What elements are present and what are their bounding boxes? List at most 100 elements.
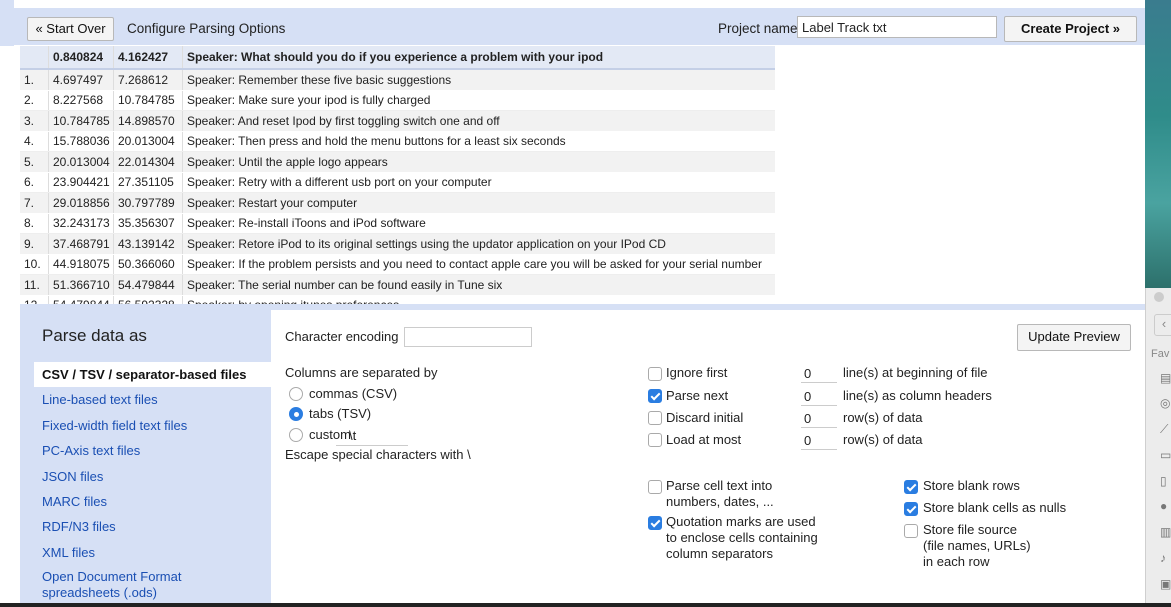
parse-cell-text-label-1: Parse cell text into <box>666 478 773 493</box>
end-time-cell: 43.139142 <box>113 233 183 255</box>
movies-icon[interactable]: ▥ <box>1160 526 1171 538</box>
column-header[interactable]: 4.162427 <box>113 46 183 70</box>
documents-icon[interactable]: ▯ <box>1160 475 1170 487</box>
table-row: 6. 23.904421 27.351105 Speaker: Retry with … <box>20 172 775 193</box>
parse-next-checkbox[interactable] <box>648 389 662 403</box>
parse-cell-text-label-2: numbers, dates, ... <box>666 494 774 509</box>
format-option[interactable]: XML files <box>34 540 272 565</box>
load-at-most-checkbox[interactable] <box>648 433 662 447</box>
label-cell: Speaker: Until the apple logo appears <box>182 151 775 173</box>
project-name-label: Project name <box>718 21 798 36</box>
separated-by-label: Columns are separated by <box>285 365 438 380</box>
desktop-icon[interactable]: ▭ <box>1160 449 1171 461</box>
store-blank-rows-checkbox[interactable] <box>904 480 918 494</box>
format-list: CSV / TSV / separator-based files Line-ba… <box>34 362 272 601</box>
custom-separator-input[interactable]: \t <box>336 427 408 446</box>
window-control-icon[interactable] <box>1154 292 1164 302</box>
parse-data-as-heading: Parse data as <box>42 326 147 345</box>
label-cell: Speaker: Remember these five basic sugge… <box>182 69 775 91</box>
parse-next-input[interactable]: 0 <box>801 388 837 406</box>
ignore-first-suffix: line(s) at beginning of file <box>843 365 988 380</box>
format-option[interactable]: MARC files <box>34 489 272 514</box>
escape-label: Escape special characters with \ <box>285 447 471 462</box>
character-encoding-label: Character encoding <box>285 329 399 344</box>
tabs-label: tabs (TSV) <box>309 406 372 421</box>
row-number: 2. <box>20 90 49 111</box>
end-time-cell: 20.013004 <box>113 131 183 152</box>
update-preview-button[interactable]: Update Preview <box>1017 324 1131 351</box>
start-time-cell: 15.788036 <box>48 131 114 152</box>
table-header-row: 0.840824 4.162427 Speaker: What should you… <box>20 46 775 70</box>
downloads-icon[interactable]: ● <box>1160 500 1170 512</box>
pictures-icon[interactable]: ▣ <box>1160 578 1171 590</box>
ignore-first-input[interactable]: 0 <box>801 365 837 383</box>
header-bar: « Start Over Configure Parsing Options P… <box>14 8 1145 45</box>
document-icon[interactable]: ▤ <box>1160 372 1171 384</box>
end-time-cell: 54.479844 <box>113 274 183 296</box>
label-cell: Speaker: Make sure your ipod is fully ch… <box>182 90 775 111</box>
start-over-button[interactable]: « Start Over <box>27 17 114 41</box>
start-time-cell: 10.784785 <box>48 110 114 132</box>
row-number: 5. <box>20 151 49 173</box>
format-option[interactable]: PC-Axis text files <box>34 438 272 463</box>
end-time-cell: 10.784785 <box>113 90 183 111</box>
store-file-source-label-3: in each row <box>923 554 990 569</box>
table-row: 5. 20.013004 22.014304 Speaker: Until the a… <box>20 151 775 173</box>
end-time-cell: 27.351105 <box>113 172 183 193</box>
store-blank-rows-label: Store blank rows <box>923 478 1020 493</box>
music-icon[interactable]: ♪ <box>1160 552 1170 564</box>
format-option[interactable]: Fixed-width field text files <box>34 413 272 438</box>
store-file-source-checkbox[interactable] <box>904 524 918 538</box>
project-name-input[interactable]: Label Track txt <box>797 16 997 38</box>
start-time-cell: 23.904421 <box>48 172 114 193</box>
label-cell: Speaker: Retry with a different usb port… <box>182 172 775 193</box>
format-option[interactable]: Line-based text files <box>34 387 272 412</box>
custom-radio[interactable] <box>289 428 303 442</box>
load-at-most-suffix: row(s) of data <box>843 432 923 447</box>
airdrop-icon[interactable]: ◎ <box>1160 397 1170 409</box>
column-header[interactable]: Speaker: What should you do if you exper… <box>182 46 775 70</box>
row-number: 11. <box>20 274 49 296</box>
discard-initial-suffix: row(s) of data <box>843 410 923 425</box>
back-icon[interactable]: ‹ <box>1154 314 1171 336</box>
end-time-cell: 30.797789 <box>113 192 183 214</box>
quotation-marks-checkbox[interactable] <box>648 516 662 530</box>
load-at-most-input[interactable]: 0 <box>801 432 837 450</box>
tabs-radio[interactable] <box>289 407 303 421</box>
row-number: 1. <box>20 69 49 91</box>
discard-initial-checkbox[interactable] <box>648 411 662 425</box>
desktop-wallpaper <box>1145 0 1171 290</box>
table-row: 10. 44.918075 50.366060 Speaker: If the pro… <box>20 254 775 275</box>
quotation-label-1: Quotation marks are used <box>666 514 816 529</box>
ignore-first-label: Ignore first <box>666 365 728 380</box>
table-row: 4. 15.788036 20.013004 Speaker: Then press … <box>20 131 775 152</box>
end-time-cell: 14.898570 <box>113 110 183 132</box>
start-time-cell: 20.013004 <box>48 151 114 173</box>
format-option[interactable]: Open Document Format spreadsheets (.ods) <box>34 565 212 601</box>
parse-cell-text-checkbox[interactable] <box>648 480 662 494</box>
store-blank-cells-checkbox[interactable] <box>904 502 918 516</box>
label-cell: Speaker: Retore iPod to its original set… <box>182 233 775 255</box>
label-cell: Speaker: Then press and hold the menu bu… <box>182 131 775 152</box>
discard-initial-input[interactable]: 0 <box>801 410 837 428</box>
row-number: 6. <box>20 172 49 193</box>
store-blank-cells-label: Store blank cells as nulls <box>923 500 1067 515</box>
applications-icon[interactable]: ⟋ <box>1160 423 1170 435</box>
create-project-button[interactable]: Create Project » <box>1004 16 1137 42</box>
label-cell: Speaker: And reset Ipod by first togglin… <box>182 110 775 132</box>
format-option[interactable]: RDF/N3 files <box>34 514 272 539</box>
label-cell: Speaker: Restart your computer <box>182 192 775 214</box>
commas-radio[interactable] <box>289 387 303 401</box>
format-option[interactable]: CSV / TSV / separator-based files <box>34 362 272 388</box>
start-time-cell: 51.366710 <box>48 274 114 296</box>
column-header[interactable]: 0.840824 <box>48 46 114 70</box>
table-row: 3. 10.784785 14.898570 Speaker: And reset I… <box>20 110 775 132</box>
options-area: Character encoding Update Preview Column… <box>271 310 1145 604</box>
row-number-header <box>20 46 49 70</box>
load-at-most-label: Load at most <box>666 432 742 447</box>
table-row: 11. 51.366710 54.479844 Speaker: The serial… <box>20 274 775 296</box>
character-encoding-input[interactable] <box>404 327 532 347</box>
end-time-cell: 7.268612 <box>113 69 183 91</box>
format-option[interactable]: JSON files <box>34 464 272 489</box>
ignore-first-checkbox[interactable] <box>648 367 662 381</box>
